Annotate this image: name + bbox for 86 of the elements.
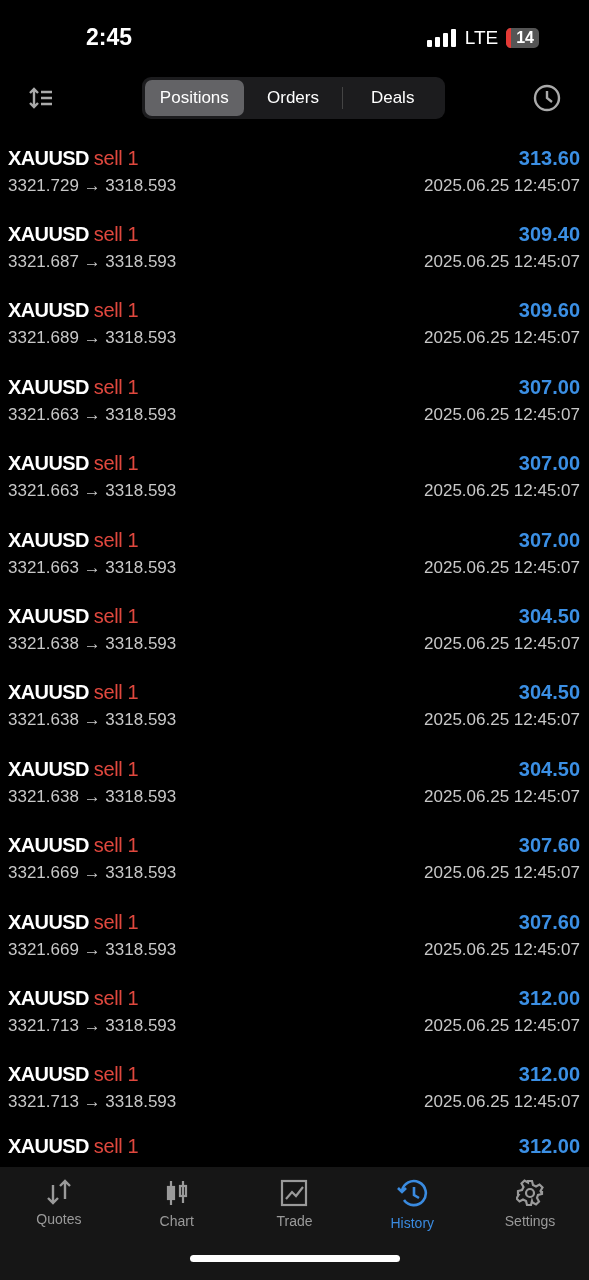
price-range: 3321.669 → 3318.593 bbox=[8, 939, 177, 960]
trade-side-label: sell 1 bbox=[93, 757, 139, 781]
profit-value: 307.60 bbox=[518, 834, 580, 858]
trade-side-label: sell 1 bbox=[93, 299, 139, 323]
trade-side-label: sell 1 bbox=[93, 605, 139, 628]
profit-value: 307.60 bbox=[518, 910, 580, 934]
price-range: 3321.687 → 3318.593 bbox=[8, 252, 177, 273]
tab[interactable]: Deals bbox=[343, 79, 442, 116]
profit-value: 312.00 bbox=[518, 1063, 580, 1087]
profit-value: 307.00 bbox=[518, 528, 580, 552]
profit-value: 307.00 bbox=[518, 375, 580, 399]
deal-time: 2025.06.25 12:45:07 bbox=[424, 557, 580, 578]
deal-time: 2025.06.25 12:45:07 bbox=[424, 328, 580, 349]
up-down-arrows-icon bbox=[44, 1179, 73, 1206]
price-range: 3321.663 → 3318.593 bbox=[8, 481, 177, 502]
trade-side-label: sell 1 bbox=[93, 986, 139, 1010]
battery-indicator: 14 bbox=[506, 28, 539, 48]
symbol-label: XAUUSD bbox=[8, 375, 89, 399]
trade-side-label: sell 1 bbox=[93, 834, 139, 858]
deal-time: 2025.06.25 12:45:07 bbox=[424, 481, 580, 502]
price-range: 3321.638 → 3318.593 bbox=[8, 786, 177, 807]
deal-time: 2025.06.25 12:45:07 bbox=[424, 863, 580, 884]
symbol-label: XAUUSD bbox=[8, 223, 89, 247]
nav-tab[interactable]: Settings bbox=[471, 1179, 589, 1232]
trade-side-label: sell 1 bbox=[93, 910, 139, 934]
deal-time: 2025.06.25 12:45:07 bbox=[424, 1015, 580, 1036]
trade-side-label: sell 1 bbox=[93, 223, 139, 247]
price-range: 3321.638 → 3318.593 bbox=[8, 710, 177, 731]
profit-value: 309.60 bbox=[518, 299, 580, 323]
price-range: 3321.713 → 3318.593 bbox=[8, 1092, 177, 1113]
trade-side-label: sell 1 bbox=[93, 681, 139, 705]
symbol-label: XAUUSD bbox=[8, 910, 89, 934]
trade-side-label: sell 1 bbox=[93, 528, 139, 552]
network-label: LTE bbox=[464, 27, 499, 49]
symbol-label: XAUUSD bbox=[8, 681, 89, 705]
tab[interactable]: Orders bbox=[243, 79, 343, 116]
nav-tab[interactable]: History bbox=[353, 1179, 472, 1232]
nav-tab[interactable]: Trade bbox=[235, 1179, 354, 1232]
symbol-label: XAUUSD bbox=[8, 146, 89, 170]
profit-value: 312.00 bbox=[518, 986, 580, 1010]
symbol-label: XAUUSD bbox=[8, 757, 89, 781]
deal-time: 2025.06.25 12:45:07 bbox=[424, 252, 580, 273]
tab[interactable]: Positions bbox=[145, 79, 244, 116]
deal-time: 2025.06.25 12:45:07 bbox=[424, 175, 580, 196]
trade-side-label: sell 1 bbox=[93, 1135, 139, 1159]
candlestick-icon bbox=[164, 1179, 189, 1208]
gear-icon bbox=[516, 1179, 545, 1208]
profit-value: 312.00 bbox=[518, 1135, 580, 1159]
price-range: 3321.663 → 3318.593 bbox=[8, 404, 177, 425]
trade-side-label: sell 1 bbox=[93, 1063, 139, 1087]
trade-side-label: sell 1 bbox=[93, 146, 139, 170]
trade-side-label: sell 1 bbox=[93, 375, 139, 399]
price-range: 3321.638 → 3318.593 bbox=[8, 634, 177, 654]
status-time: 2:45 bbox=[86, 24, 133, 52]
symbol-label: XAUUSD bbox=[8, 452, 89, 476]
profit-value: 304.50 bbox=[518, 681, 580, 705]
trade-side-label: sell 1 bbox=[93, 452, 139, 476]
price-range: 3321.713 → 3318.593 bbox=[8, 1015, 177, 1036]
deal-time: 2025.06.25 12:45:07 bbox=[424, 404, 580, 425]
price-range: 3321.729 → 3318.593 bbox=[8, 175, 177, 196]
price-range: 3321.669 → 3318.593 bbox=[8, 863, 177, 884]
symbol-label: XAUUSD bbox=[8, 1063, 89, 1087]
deal-time: 2025.06.25 12:45:07 bbox=[424, 1092, 580, 1113]
deal-time: 2025.06.25 12:45:07 bbox=[424, 786, 580, 807]
symbol-label: XAUUSD bbox=[8, 834, 89, 858]
symbol-label: XAUUSD bbox=[8, 1135, 89, 1159]
deal-time: 2025.06.25 12:45:07 bbox=[424, 939, 580, 960]
deal-time: 2025.06.25 12:45:07 bbox=[424, 634, 580, 654]
nav-tab[interactable]: Chart bbox=[117, 1179, 236, 1232]
line-chart-icon bbox=[280, 1179, 309, 1208]
profit-value: 313.60 bbox=[518, 146, 580, 170]
profit-value: 309.40 bbox=[518, 223, 580, 247]
clock-icon[interactable] bbox=[533, 83, 561, 112]
signal-icon bbox=[426, 29, 457, 47]
symbol-label: XAUUSD bbox=[8, 299, 89, 323]
price-range: 3321.663 → 3318.593 bbox=[8, 557, 177, 578]
profit-value: 304.50 bbox=[518, 605, 580, 628]
symbol-label: XAUUSD bbox=[8, 528, 89, 552]
deal-time: 2025.06.25 12:45:07 bbox=[424, 710, 580, 731]
price-range: 3321.689 → 3318.593 bbox=[8, 328, 177, 349]
symbol-label: XAUUSD bbox=[8, 986, 89, 1010]
symbol-label: XAUUSD bbox=[8, 605, 89, 628]
sort-icon[interactable] bbox=[28, 86, 54, 109]
profit-value: 304.50 bbox=[518, 757, 580, 781]
profit-value: 307.00 bbox=[518, 452, 580, 476]
nav-tab[interactable]: Quotes bbox=[0, 1179, 118, 1232]
